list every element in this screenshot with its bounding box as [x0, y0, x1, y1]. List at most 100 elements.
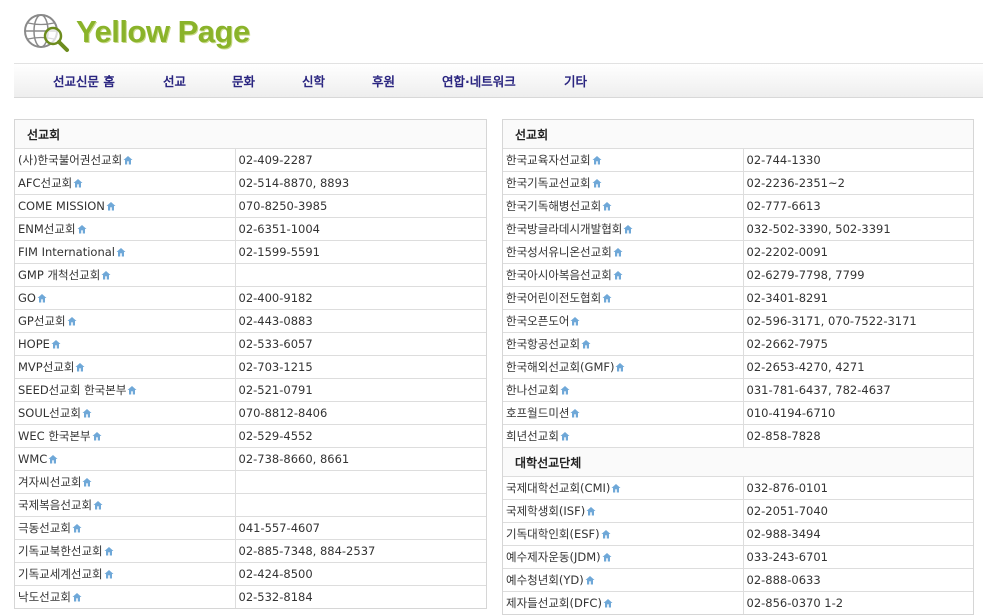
- home-icon[interactable]: [581, 339, 591, 349]
- home-icon[interactable]: [101, 270, 111, 280]
- home-icon[interactable]: [602, 552, 612, 562]
- nav-item-home[interactable]: 선교신문 홈: [53, 64, 115, 97]
- organization-cell: 한국어린이전도협회: [503, 286, 744, 310]
- home-icon[interactable]: [611, 483, 621, 493]
- home-icon[interactable]: [73, 178, 83, 188]
- phone-cell: 02-424-8500: [235, 562, 486, 586]
- directory-row: 국제학생회(ISF) 02-2051-7040: [503, 499, 973, 523]
- home-icon[interactable]: [560, 431, 570, 441]
- organization-name[interactable]: 예수청년회(YD): [506, 573, 584, 587]
- nav-item-network[interactable]: 연합·네트워크: [442, 64, 516, 97]
- organization-name[interactable]: 국제대학선교회(CMI): [506, 481, 610, 495]
- home-icon[interactable]: [601, 529, 611, 539]
- home-icon[interactable]: [92, 431, 102, 441]
- home-icon[interactable]: [592, 155, 602, 165]
- home-icon[interactable]: [592, 178, 602, 188]
- home-icon[interactable]: [82, 408, 92, 418]
- organization-name[interactable]: 희년선교회: [506, 429, 559, 443]
- organization-name[interactable]: GO: [18, 291, 36, 305]
- home-icon[interactable]: [613, 247, 623, 257]
- home-icon[interactable]: [603, 598, 613, 608]
- organization-cell: 한국아시아복음선교회: [503, 263, 744, 287]
- phone-cell: 02-1599-5591: [235, 240, 486, 264]
- organization-name[interactable]: 기독교세계선교회: [18, 567, 103, 581]
- organization-cell: (사)한국불어권선교회: [15, 148, 236, 172]
- organization-name[interactable]: 낙도선교회: [18, 590, 71, 604]
- home-icon[interactable]: [77, 224, 87, 234]
- organization-name[interactable]: 한국방글라데시개발협회: [506, 222, 622, 236]
- organization-name[interactable]: HOPE: [18, 337, 50, 351]
- nav-item-theology[interactable]: 신학: [302, 64, 325, 97]
- organization-name[interactable]: 한국아시아복음선교회: [506, 268, 612, 282]
- home-icon[interactable]: [623, 224, 633, 234]
- organization-cell: 겨자씨선교회: [15, 470, 236, 494]
- home-icon[interactable]: [104, 569, 114, 579]
- nav-item-culture[interactable]: 문화: [232, 64, 255, 97]
- organization-name[interactable]: (사)한국불어권선교회: [18, 153, 122, 167]
- organization-name[interactable]: SOUL선교회: [18, 406, 81, 420]
- home-icon[interactable]: [613, 270, 623, 280]
- organization-name[interactable]: 한국기독해병선교회: [506, 199, 601, 213]
- home-icon[interactable]: [51, 339, 61, 349]
- phone-cell: 02-738-8660, 8661: [235, 447, 486, 471]
- organization-name[interactable]: MVP선교회: [18, 360, 74, 374]
- organization-name[interactable]: 국제복음선교회: [18, 498, 92, 512]
- home-icon[interactable]: [82, 477, 92, 487]
- right-directory-panel: 선교회 한국교육자선교회 02-744-1330 한국기독교선교회 02-2236-23…: [502, 119, 974, 615]
- organization-name[interactable]: 한국어린이전도협회: [506, 291, 601, 305]
- organization-name[interactable]: ENM선교회: [18, 222, 76, 236]
- home-icon[interactable]: [48, 454, 58, 464]
- home-icon[interactable]: [75, 362, 85, 372]
- organization-name[interactable]: GMP 개척선교회: [18, 268, 100, 282]
- organization-name[interactable]: AFC선교회: [18, 176, 72, 190]
- organization-name[interactable]: 한국기독교선교회: [506, 176, 591, 190]
- phone-cell: 070-8812-8406: [235, 401, 486, 425]
- organization-name[interactable]: 한국항공선교회: [506, 337, 580, 351]
- home-icon[interactable]: [585, 575, 595, 585]
- home-icon[interactable]: [123, 155, 133, 165]
- organization-name[interactable]: 국제학생회(ISF): [506, 504, 585, 518]
- home-icon[interactable]: [615, 362, 625, 372]
- home-icon[interactable]: [72, 592, 82, 602]
- organization-cell: 한국성서유니온선교회: [503, 240, 744, 264]
- organization-name[interactable]: 한국해외선교회(GMF): [506, 360, 614, 374]
- organization-name[interactable]: WMC: [18, 452, 47, 466]
- organization-name[interactable]: GP선교회: [18, 314, 66, 328]
- left-directory-panel: 선교회 (사)한국불어권선교회 02-409-2287 AFC선교회 02-514-88…: [14, 119, 487, 609]
- home-icon[interactable]: [586, 506, 596, 516]
- home-icon[interactable]: [67, 316, 77, 326]
- organization-name[interactable]: 한국교육자선교회: [506, 153, 591, 167]
- home-icon[interactable]: [570, 316, 580, 326]
- organization-name[interactable]: SEED선교회 한국본부: [18, 383, 126, 397]
- phone-cell: 02-703-1215: [235, 355, 486, 379]
- home-icon[interactable]: [104, 546, 114, 556]
- home-icon[interactable]: [570, 408, 580, 418]
- organization-name[interactable]: 기독대학인회(ESF): [506, 527, 600, 541]
- home-icon[interactable]: [72, 523, 82, 533]
- site-logo[interactable]: Yellow Page: [22, 10, 250, 54]
- organization-name[interactable]: 한국오픈도어: [506, 314, 569, 328]
- home-icon[interactable]: [602, 201, 612, 211]
- organization-name[interactable]: 한나선교회: [506, 383, 559, 397]
- organization-name[interactable]: 극동선교회: [18, 521, 71, 535]
- organization-name[interactable]: 제자들선교회(DFC): [506, 596, 602, 610]
- organization-name[interactable]: FIM International: [18, 245, 115, 259]
- nav-item-support[interactable]: 후원: [372, 64, 395, 97]
- organization-name[interactable]: 한국성서유니온선교회: [506, 245, 612, 259]
- home-icon[interactable]: [116, 247, 126, 257]
- organization-name[interactable]: WEC 한국본부: [18, 429, 91, 443]
- nav-item-mission[interactable]: 선교: [163, 64, 186, 97]
- home-icon[interactable]: [106, 201, 116, 211]
- home-icon[interactable]: [560, 385, 570, 395]
- home-icon[interactable]: [37, 293, 47, 303]
- organization-cell: 한국교육자선교회: [503, 148, 744, 172]
- home-icon[interactable]: [127, 385, 137, 395]
- organization-name[interactable]: 겨자씨선교회: [18, 475, 81, 489]
- nav-item-etc[interactable]: 기타: [564, 64, 587, 97]
- home-icon[interactable]: [93, 500, 103, 510]
- organization-name[interactable]: COME MISSION: [18, 199, 105, 213]
- organization-name[interactable]: 호프월드미션: [506, 406, 569, 420]
- home-icon[interactable]: [602, 293, 612, 303]
- organization-name[interactable]: 예수제자운동(JDM): [506, 550, 601, 564]
- organization-name[interactable]: 기독교북한선교회: [18, 544, 103, 558]
